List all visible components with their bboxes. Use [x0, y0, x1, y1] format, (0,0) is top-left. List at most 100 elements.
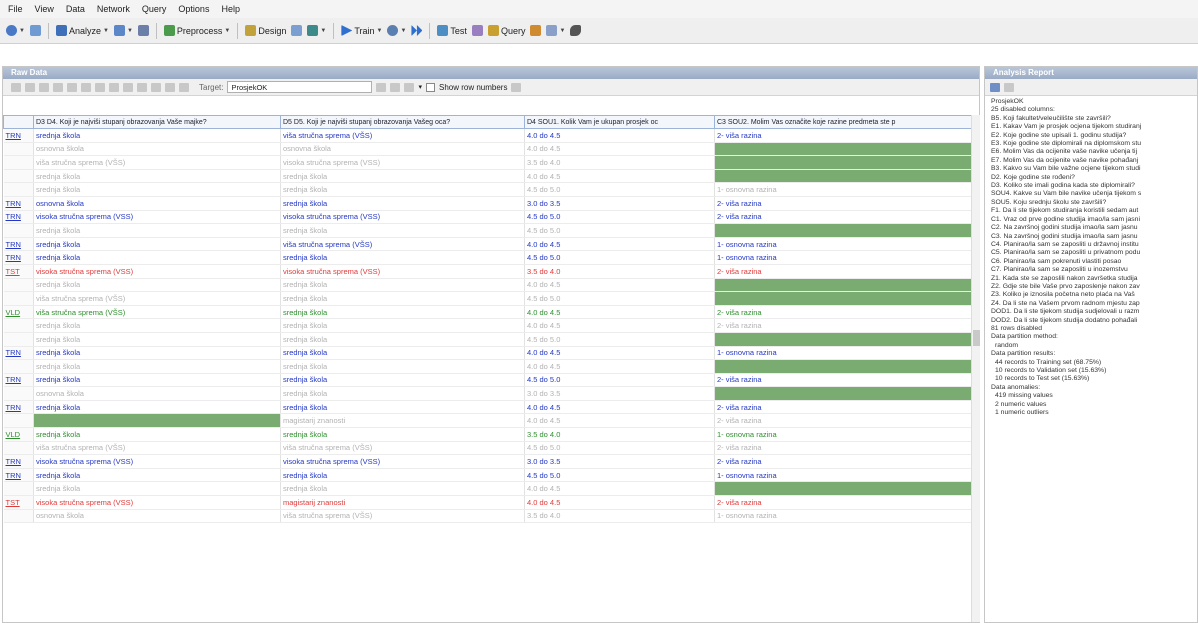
table-cell[interactable]: 4.5 do 5.0 — [524, 332, 715, 347]
table-cell[interactable] — [714, 169, 972, 184]
show-row-numbers-checkbox[interactable] — [425, 82, 435, 92]
undo-icon[interactable] — [137, 82, 147, 92]
table-row[interactable]: TRN srednja škola viša stručna sprema (VŠS… — [3, 237, 972, 252]
refresh-icon[interactable] — [1004, 82, 1014, 92]
table-cell[interactable]: srednja škola — [33, 373, 281, 388]
table-row[interactable]: magistarij znanosti 4.0 do 4.5 2- viša raz… — [3, 413, 972, 429]
row-set-tag[interactable] — [3, 359, 34, 374]
table-cell[interactable]: srednja škola — [280, 359, 525, 374]
table-cell[interactable]: srednja škola — [280, 481, 525, 497]
table-cell[interactable]: 2- viša razina — [714, 196, 972, 211]
table-cell[interactable]: 2- viša razina — [714, 264, 972, 279]
table-cell[interactable]: 4.0 do 4.5 — [524, 305, 715, 320]
table-cell[interactable]: 2- viša razina — [714, 305, 972, 320]
table-cell[interactable]: 4.0 do 4.5 — [524, 400, 715, 415]
table-cell[interactable]: srednja škola — [280, 182, 525, 197]
table-row[interactable]: TRN srednja škola srednja škola 4.0 do 4.5 2… — [3, 400, 972, 415]
row-set-tag[interactable]: TRN — [3, 454, 34, 469]
table-row[interactable]: TRN srednja škola srednja škola 4.5 do 5.0 1… — [3, 250, 972, 265]
lock-icon[interactable] — [179, 82, 189, 92]
table-cell[interactable]: srednja škola — [280, 318, 525, 333]
table-cell[interactable]: 1- osnovna razina — [714, 237, 972, 252]
table-cell[interactable] — [33, 413, 281, 429]
table-cell[interactable] — [714, 223, 972, 238]
row-set-tag[interactable]: TRN — [3, 210, 34, 225]
row-set-tag[interactable]: TRN — [3, 250, 34, 265]
table-row[interactable]: TST visoka stručna sprema (VSS) visoka str… — [3, 264, 972, 279]
table-cell[interactable]: osnovna škola — [280, 142, 525, 157]
table-cell[interactable]: srednja škola — [33, 400, 281, 415]
row-set-tag[interactable] — [3, 332, 34, 347]
grid-tool[interactable] — [29, 25, 41, 36]
table-cell[interactable]: 1- osnovna razina — [714, 346, 972, 361]
filter-icon[interactable] — [11, 82, 21, 92]
vertical-scrollbar[interactable] — [971, 115, 980, 622]
row-set-tag[interactable]: TRN — [3, 400, 34, 415]
table-cell[interactable]: 3.5 do 4.0 — [524, 509, 715, 524]
row-set-tag[interactable]: VLD — [3, 427, 34, 442]
table-cell[interactable] — [714, 359, 972, 374]
table-cell[interactable]: visoka stručna sprema (VSS) — [280, 155, 525, 170]
table-cell[interactable]: 3.5 do 4.0 — [524, 427, 715, 442]
row-set-tag[interactable] — [3, 155, 34, 170]
redo-icon[interactable] — [151, 82, 161, 92]
query-extra-tool[interactable] — [530, 25, 542, 36]
menu-options[interactable]: Options — [178, 4, 209, 14]
table-cell[interactable] — [714, 386, 972, 401]
sort-desc-icon[interactable] — [53, 82, 63, 92]
table-cell[interactable]: viša stručna sprema (VŠS) — [33, 305, 281, 320]
table-cell[interactable] — [714, 142, 972, 157]
network-tool[interactable]: ▼ — [6, 25, 25, 36]
fast-forward-tool[interactable] — [411, 25, 423, 36]
align-icon[interactable] — [404, 82, 415, 92]
table-cell[interactable]: srednja škola — [280, 468, 525, 483]
table-cell[interactable]: visoka stručna sprema (VSS) — [33, 264, 281, 279]
table-row[interactable]: osnovna škola viša stručna sprema (VŠS) 3.… — [3, 509, 972, 524]
table-cell[interactable]: viša stručna sprema (VŠS) — [33, 441, 281, 456]
row-set-tag[interactable] — [3, 509, 34, 524]
table-cell[interactable]: 4.0 do 4.5 — [524, 169, 715, 184]
table-cell[interactable]: 3.0 do 3.5 — [524, 386, 715, 401]
table-cell[interactable]: viša stručna sprema (VŠS) — [280, 441, 525, 456]
column-insert-icon[interactable] — [67, 82, 77, 92]
table-row[interactable]: srednja škola srednja škola 4.5 do 5.0 — [3, 332, 972, 347]
table-cell[interactable] — [714, 332, 972, 347]
table-row[interactable]: TRN srednja škola viša stručna sprema (VŠS… — [3, 128, 972, 143]
table-cell[interactable]: 2- viša razina — [714, 400, 972, 415]
table-cell[interactable]: srednja škola — [33, 427, 281, 442]
edit-tool[interactable] — [471, 25, 483, 36]
column-header[interactable]: D5 D5. Koji je najviši stupanj obrazovan… — [280, 115, 525, 129]
copy-icon[interactable] — [109, 82, 119, 92]
table-cell[interactable]: 1- osnovna razina — [714, 427, 972, 442]
table-cell[interactable]: 4.0 do 4.5 — [524, 128, 715, 143]
table-cell[interactable]: viša stručna sprema (VŠS) — [33, 155, 281, 170]
table-cell[interactable]: osnovna škola — [33, 386, 281, 401]
table-cell[interactable]: 2- viša razina — [714, 413, 972, 429]
layout-tool[interactable] — [291, 25, 303, 36]
column-header[interactable]: D4 SOU1. Kolik Vam je ukupan prosjek oc — [524, 115, 715, 129]
table-cell[interactable]: visoka stručna sprema (VSS) — [33, 495, 281, 510]
table-tool[interactable]: ▼ — [113, 25, 133, 36]
target-dropdown-icon[interactable] — [376, 82, 387, 92]
table-cell[interactable]: srednja škola — [280, 223, 525, 238]
table-cell[interactable]: 3.0 do 3.5 — [524, 454, 715, 469]
table-cell[interactable]: srednja škola — [33, 182, 281, 197]
row-set-tag[interactable] — [3, 441, 34, 456]
table-cell[interactable]: srednja škola — [280, 427, 525, 442]
table-cell[interactable]: 4.5 do 5.0 — [524, 441, 715, 456]
table-row[interactable]: srednja škola srednja škola 4.5 do 5.0 — [3, 223, 972, 238]
table-row[interactable]: srednja škola srednja škola 4.0 do 4.5 — [3, 359, 972, 374]
table-cell[interactable]: 4.5 do 5.0 — [524, 468, 715, 483]
table-cell[interactable]: srednja škola — [280, 373, 525, 388]
table-row[interactable]: viša stručna sprema (VŠS) srednja škola 4.… — [3, 291, 972, 306]
table-cell[interactable]: visoka stručna sprema (VSS) — [33, 210, 281, 225]
table-cell[interactable]: srednja škola — [280, 346, 525, 361]
table-cell[interactable]: 2- viša razina — [714, 495, 972, 510]
table-row[interactable]: TRN srednja škola srednja škola 4.5 do 5.0 1… — [3, 468, 972, 483]
table-row[interactable]: srednja škola srednja škola 4.0 do 4.5 — [3, 169, 972, 184]
table-cell[interactable]: 4.0 do 4.5 — [524, 346, 715, 361]
table-cell[interactable]: srednja škola — [33, 128, 281, 143]
column-delete-icon[interactable] — [81, 82, 91, 92]
sort-asc-icon[interactable] — [39, 82, 49, 92]
table-cell[interactable]: osnovna škola — [33, 509, 281, 524]
